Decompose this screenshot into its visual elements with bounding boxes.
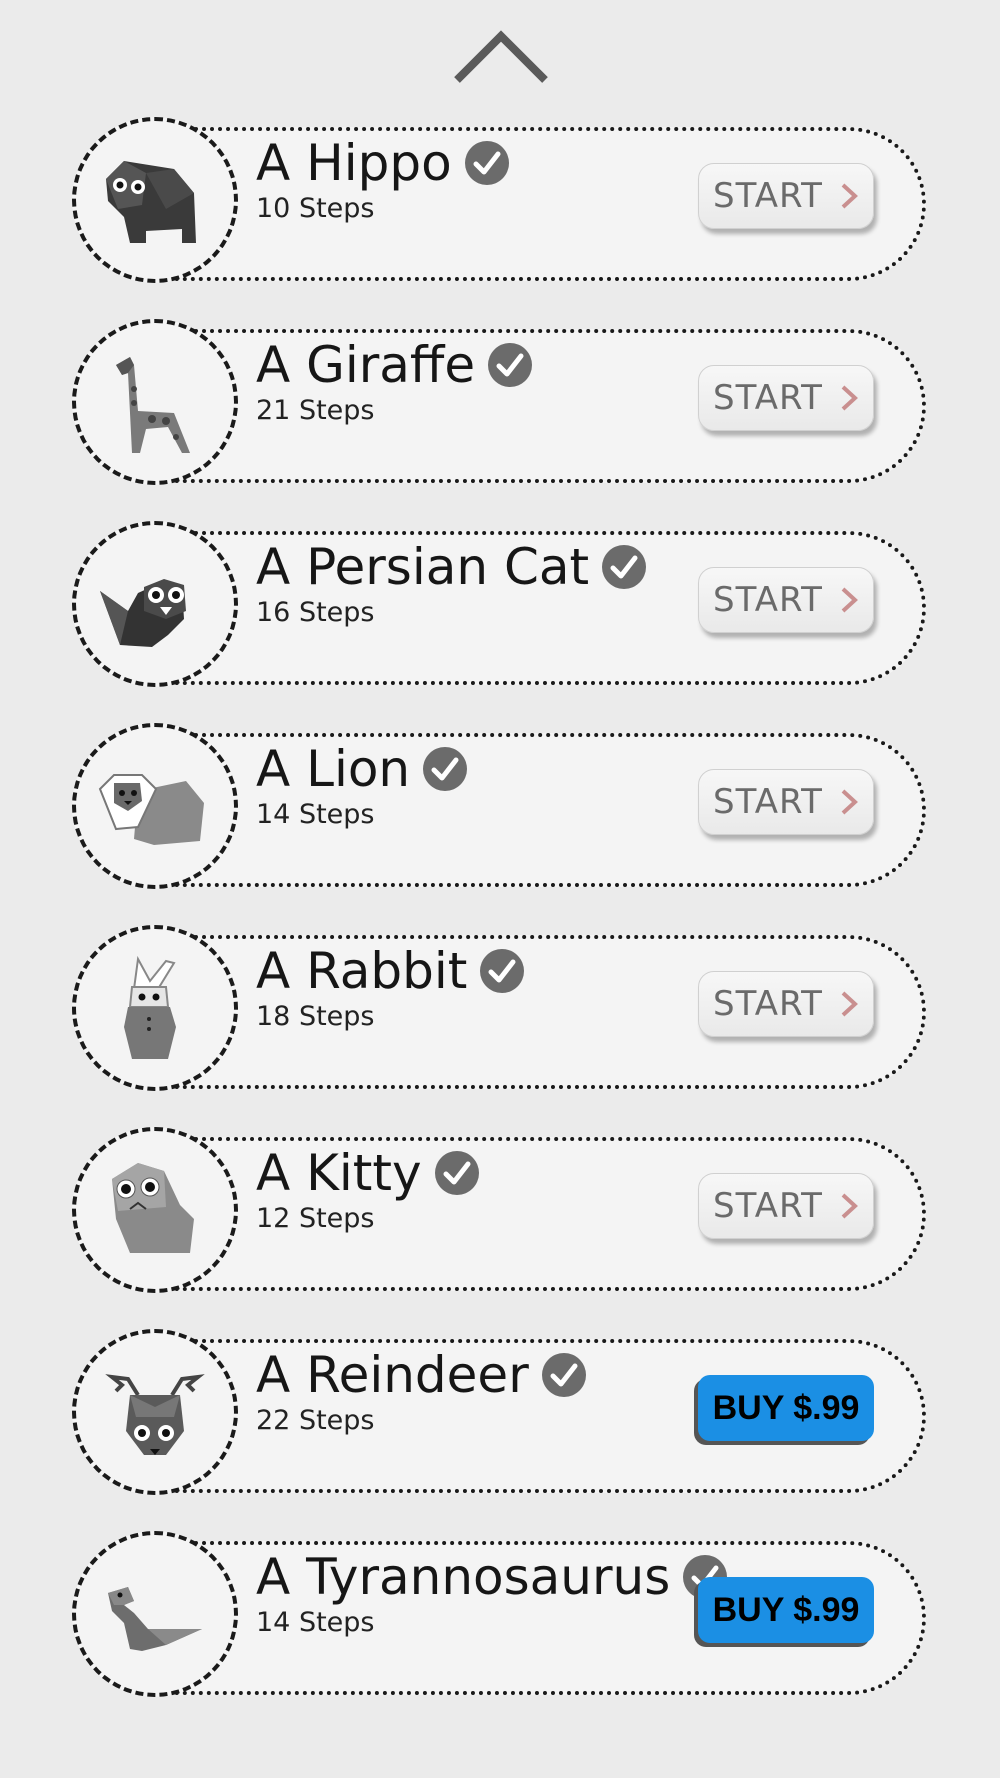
buy-button-label: BUY $.99 — [712, 1590, 860, 1629]
chevron-right-icon — [841, 991, 858, 1017]
check-badge-icon — [541, 1353, 586, 1397]
list-item-reindeer: A Reindeer 22 Steps BUY $.99 — [72, 1329, 932, 1495]
item-steps: 14 Steps — [256, 1607, 375, 1638]
item-steps: 12 Steps — [256, 1203, 375, 1234]
check-badge-icon — [488, 343, 533, 387]
check-badge-icon — [480, 949, 525, 993]
start-button[interactable]: START — [698, 163, 874, 229]
start-button-label: START — [713, 782, 823, 822]
start-button-label: START — [713, 176, 823, 216]
chevron-right-icon — [841, 385, 858, 411]
start-button-label: START — [713, 1186, 823, 1226]
start-button[interactable]: START — [698, 365, 874, 431]
list-item-kitty: A Kitty 12 Steps START — [72, 1127, 932, 1293]
item-title: A Giraffe — [256, 336, 476, 394]
tyrannosaurus-thumbnail — [72, 1531, 238, 1697]
chevron-right-icon — [841, 183, 858, 209]
list-item-hippo: A Hippo 10 Steps START — [72, 117, 932, 283]
start-button-label: START — [713, 580, 823, 620]
item-title: A Persian Cat — [256, 538, 590, 596]
start-button-label: START — [713, 984, 823, 1024]
origami-list: A Hippo 10 Steps START A Giraffe 21 Step… — [0, 0, 1000, 1778]
list-item-rabbit: A Rabbit 18 Steps START — [72, 925, 932, 1091]
item-title: A Rabbit — [256, 942, 468, 1000]
tyrannosaurus-icon — [108, 1587, 202, 1651]
reindeer-thumbnail — [72, 1329, 238, 1495]
check-badge-icon — [464, 141, 509, 185]
giraffe-thumbnail — [72, 319, 238, 485]
giraffe-icon — [116, 357, 190, 453]
list-item-persian-cat: A Persian Cat 16 Steps START — [72, 521, 932, 687]
kitty-icon — [112, 1163, 194, 1253]
persian-cat-thumbnail — [72, 521, 238, 687]
chevron-right-icon — [841, 587, 858, 613]
lion-icon — [98, 774, 204, 845]
kitty-thumbnail — [72, 1127, 238, 1293]
reindeer-icon — [105, 1374, 205, 1455]
chevron-right-icon — [841, 789, 858, 815]
start-button[interactable]: START — [698, 567, 874, 633]
buy-button-label: BUY $.99 — [712, 1388, 860, 1427]
list-item-giraffe: A Giraffe 21 Steps START — [72, 319, 932, 485]
list-item-tyrannosaurus: A Tyrannosaurus 14 Steps BUY $.99 — [72, 1531, 932, 1697]
hippo-thumbnail — [72, 117, 238, 283]
check-badge-icon — [602, 545, 647, 589]
item-steps: 22 Steps — [256, 1405, 375, 1436]
rabbit-thumbnail — [72, 925, 238, 1091]
start-button[interactable]: START — [698, 769, 874, 835]
rabbit-icon — [124, 955, 176, 1059]
hippo-icon — [106, 161, 196, 243]
item-steps: 21 Steps — [256, 395, 375, 426]
list-item-lion: A Lion 14 Steps START — [72, 723, 932, 889]
item-steps: 16 Steps — [256, 597, 375, 628]
chevron-right-icon — [841, 1193, 858, 1219]
check-badge-icon — [434, 1151, 479, 1195]
buy-button[interactable]: BUY $.99 — [698, 1375, 874, 1441]
item-title: A Tyrannosaurus — [256, 1548, 671, 1606]
start-button[interactable]: START — [698, 971, 874, 1037]
start-button[interactable]: START — [698, 1173, 874, 1239]
lion-thumbnail — [72, 723, 238, 889]
buy-button[interactable]: BUY $.99 — [698, 1577, 874, 1643]
check-badge-icon — [423, 747, 468, 791]
persian-cat-icon — [100, 579, 186, 647]
item-title: A Kitty — [256, 1144, 422, 1202]
item-title: A Reindeer — [256, 1346, 529, 1404]
start-button-label: START — [713, 378, 823, 418]
item-title: A Lion — [256, 740, 411, 798]
item-steps: 10 Steps — [256, 193, 375, 224]
item-title: A Hippo — [256, 134, 452, 192]
item-steps: 14 Steps — [256, 799, 375, 830]
item-steps: 18 Steps — [256, 1001, 375, 1032]
